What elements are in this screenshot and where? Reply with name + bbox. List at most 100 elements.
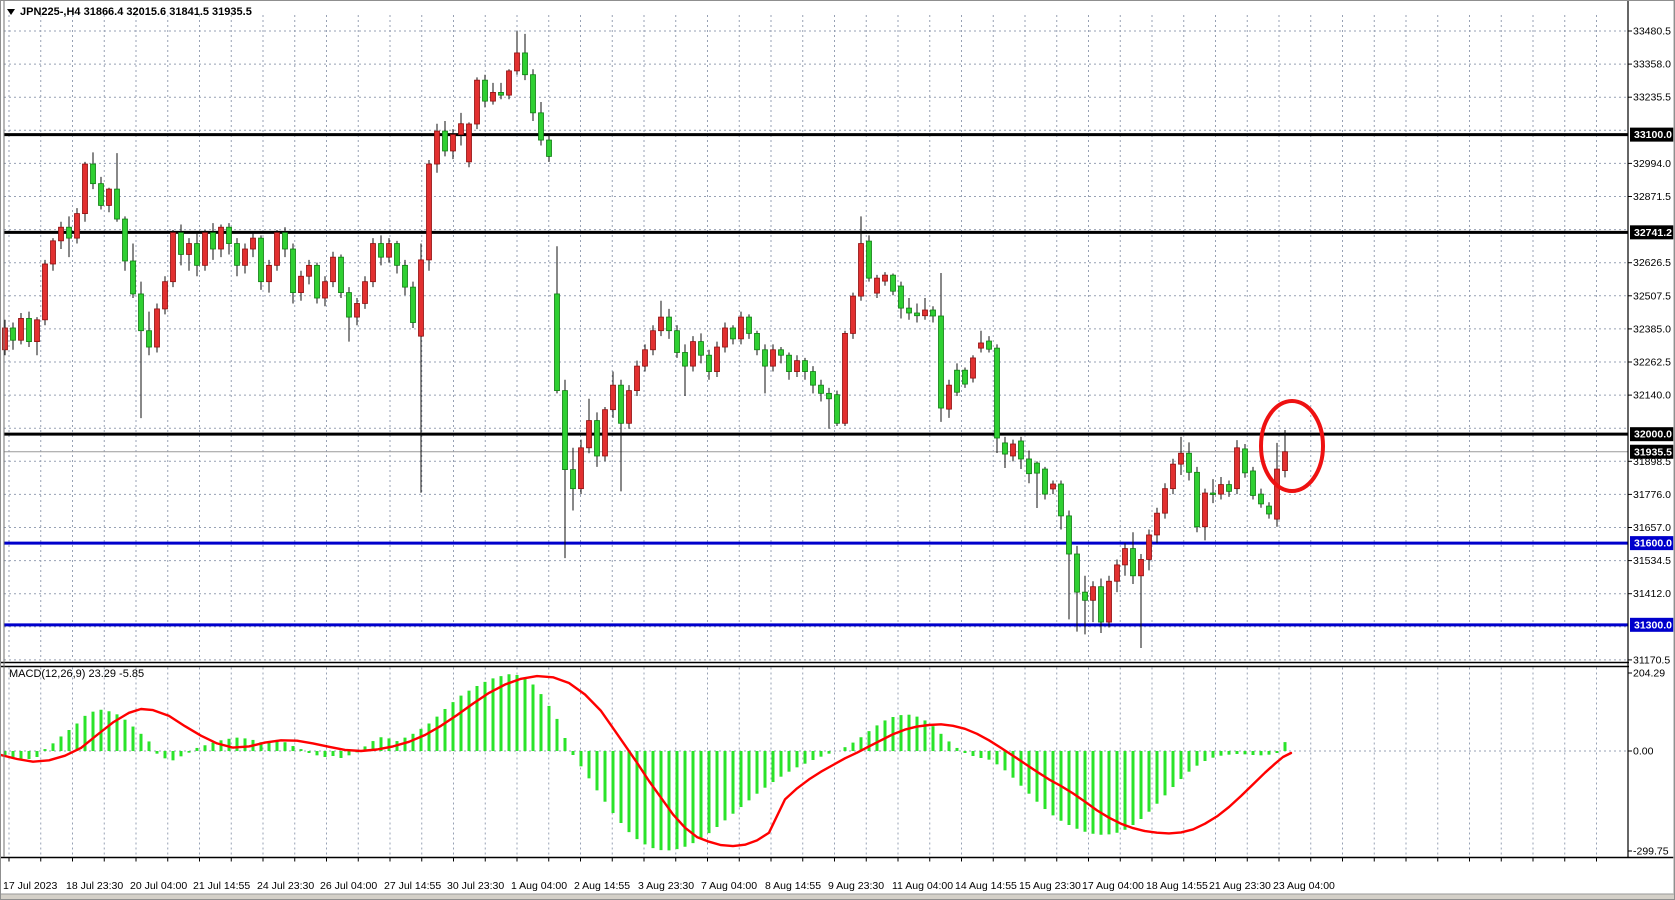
candle-bullish: [515, 53, 520, 71]
candle-bullish: [299, 276, 304, 292]
candle-bearish: [403, 265, 408, 287]
candle-bullish: [1051, 484, 1056, 489]
candle-bullish: [355, 303, 360, 317]
candle-bearish: [987, 341, 992, 349]
price-tick-label: 31534.5: [1633, 555, 1671, 567]
time-tick-label: 20 Jul 04:00: [130, 880, 187, 892]
candle-bullish: [155, 309, 160, 347]
candle-bullish: [611, 385, 616, 410]
candle-bearish: [99, 184, 104, 206]
candle-bearish: [867, 241, 872, 278]
time-tick-label: 3 Aug 23:30: [638, 880, 694, 892]
price-badge-label: 31935.5: [1634, 446, 1672, 458]
candle-bearish: [379, 244, 384, 258]
candle-bullish: [475, 80, 480, 124]
candle-bearish: [499, 92, 504, 95]
candle-bearish: [675, 331, 680, 353]
candle-bullish: [307, 265, 312, 276]
price-tick-label: 33358.0: [1633, 59, 1671, 71]
time-tick-label: 23 Aug 04:00: [1273, 880, 1335, 892]
candle-bearish: [835, 395, 840, 424]
candle-bearish: [443, 131, 448, 151]
time-tick-label: 21 Jul 14:55: [193, 880, 250, 892]
chart-canvas[interactable]: 33480.533358.033235.532994.032871.532626…: [1, 1, 1675, 900]
candle-bearish: [1227, 485, 1232, 492]
candle-bullish: [723, 328, 728, 347]
candle-bullish: [1155, 513, 1160, 535]
candle-bullish: [1139, 559, 1144, 575]
candle-bullish: [635, 366, 640, 391]
macd-indicator-label: MACD(12,26,9) 23.29 -5.85: [9, 668, 144, 680]
candle-bullish: [1275, 469, 1280, 519]
symbol-dropdown-icon[interactable]: [7, 9, 15, 15]
candle-bearish: [595, 421, 600, 456]
time-tick-label: 9 Aug 23:30: [828, 880, 884, 892]
candle-bullish: [35, 320, 40, 342]
candle-bullish: [651, 331, 656, 350]
price-badge-label: 32741.2: [1634, 227, 1672, 239]
symbol-ohlc-text: JPN225-,H4 31866.4 32015.6 31841.5 31935…: [20, 6, 252, 18]
candle-bullish: [1235, 448, 1240, 489]
candle-bearish: [27, 318, 32, 341]
candle-bearish: [683, 352, 688, 366]
price-tick-label: 31412.0: [1633, 588, 1671, 600]
candle-bearish: [667, 317, 672, 331]
candle-bearish: [11, 328, 16, 340]
candle-bullish: [691, 342, 696, 367]
candle-bearish: [1067, 516, 1072, 554]
candle-bullish: [579, 448, 584, 489]
candle-bullish: [219, 227, 224, 249]
candle-bullish: [843, 333, 848, 423]
candle-bearish: [91, 164, 96, 184]
time-tick-label: 8 Aug 14:55: [765, 880, 821, 892]
candle-bearish: [395, 244, 400, 266]
time-tick-label: 1 Aug 04:00: [511, 880, 567, 892]
candle-bearish: [755, 333, 760, 349]
candle-bullish: [859, 244, 864, 297]
candle-bullish: [419, 260, 424, 336]
time-tick-label: 11 Aug 04:00: [892, 880, 953, 892]
price-tick-label: 31657.0: [1633, 522, 1671, 534]
candle-bearish: [955, 370, 960, 392]
candle-bullish: [1163, 489, 1168, 514]
price-tick-label: 32507.5: [1633, 290, 1671, 302]
candle-bearish: [1035, 463, 1040, 473]
time-tick-label: 17 Aug 04:00: [1082, 880, 1144, 892]
candle-bearish: [139, 294, 144, 331]
time-tick-label: 24 Jul 23:30: [257, 880, 314, 892]
candle-bearish: [547, 140, 552, 156]
time-tick-label: 14 Aug 14:55: [955, 880, 1017, 892]
candle-bullish: [1115, 565, 1120, 581]
candle-bullish: [659, 317, 664, 331]
time-tick-label: 18 Aug 14:55: [1146, 880, 1208, 892]
candle-bearish: [315, 265, 320, 298]
time-tick-label: 17 Jul 2023: [3, 880, 57, 892]
candle-bearish: [1019, 441, 1024, 459]
candle-bearish: [1059, 484, 1064, 516]
macd-tick-label: 0.00: [1633, 746, 1654, 758]
time-tick-label: 18 Jul 23:30: [66, 880, 123, 892]
time-tick-label: 26 Jul 04:00: [320, 880, 377, 892]
price-tick-label: 32871.5: [1633, 191, 1671, 203]
candle-bullish: [1203, 493, 1208, 527]
candle-bullish: [19, 318, 24, 340]
candle-bearish: [787, 355, 792, 371]
candle-bullish: [771, 350, 776, 366]
candle-bullish: [923, 310, 928, 316]
candle-bearish: [235, 244, 240, 266]
candle-bearish: [995, 348, 1000, 438]
symbol-ohlc-label: JPN225-,H4 31866.4 32015.6 31841.5 31935…: [7, 6, 252, 18]
candle-bearish: [1251, 471, 1256, 496]
candle-bullish: [507, 71, 512, 95]
time-tick-label: 15 Aug 23:30: [1019, 880, 1081, 892]
candle-bullish: [331, 257, 336, 282]
candle-bullish: [603, 410, 608, 456]
candle-bearish: [1259, 494, 1264, 504]
candle-bullish: [1091, 587, 1096, 601]
candle-bearish: [1211, 493, 1216, 495]
candle-bullish: [1219, 485, 1224, 495]
candle-bearish: [763, 350, 768, 366]
candle-bullish: [83, 164, 88, 214]
candle-bearish: [115, 189, 120, 219]
candle-bearish: [1083, 592, 1088, 600]
